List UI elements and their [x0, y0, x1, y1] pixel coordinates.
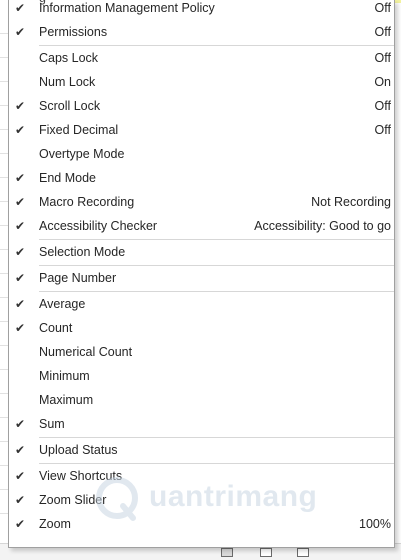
checkmark-icon: ✔ — [14, 25, 26, 39]
menu-item-label: Numerical Count — [39, 345, 133, 359]
checkmark-icon: ✔ — [14, 443, 26, 457]
menu-item-count[interactable]: ✔ Count — [9, 316, 394, 340]
checkmark-icon: ✔ — [14, 245, 26, 259]
menu-item-label: Count — [39, 321, 73, 335]
menu-item-upload-status[interactable]: ✔ Upload Status — [9, 438, 394, 462]
menu-item-end-mode[interactable]: ✔ End Mode — [9, 166, 394, 190]
menu-item-information-management-policy[interactable]: ✔ Information Management Policy Off — [9, 0, 394, 20]
menu-item-scroll-lock[interactable]: ✔ Scroll Lock Off — [9, 94, 394, 118]
menu-item-label: End Mode — [39, 171, 96, 185]
menu-item-average[interactable]: ✔ Average — [9, 292, 394, 316]
checkmark-icon: ✔ — [14, 493, 26, 507]
menu-item-permissions[interactable]: ✔ Permissions Off — [9, 20, 394, 44]
menu-item-accessibility-checker[interactable]: ✔ Accessibility Checker Accessibility: Goo… — [9, 214, 394, 238]
menu-item-maximum[interactable]: Maximum — [9, 388, 394, 412]
menu-item-value: 100% — [359, 517, 391, 531]
checkmark-icon: ✔ — [14, 195, 26, 209]
checkmark-icon: ✔ — [14, 123, 26, 137]
checkmark-icon: ✔ — [14, 297, 26, 311]
menu-item-label: Sum — [39, 417, 65, 431]
menu-item-value: Off — [374, 25, 391, 39]
menu-item-label: Macro Recording — [39, 195, 135, 209]
menu-item-overtype-mode[interactable]: Overtype Mode — [9, 142, 394, 166]
status-bar-context-menu: g ✔Information Management PolicyOff✔Perm… — [8, 0, 395, 548]
menu-item-label: Num Lock — [39, 75, 96, 89]
menu-item-label: Accessibility Checker — [39, 219, 158, 233]
menu-item-value: Off — [374, 1, 391, 15]
menu-item-minimum[interactable]: Minimum — [9, 364, 394, 388]
checkmark-icon: ✔ — [14, 321, 26, 335]
checkmark-icon: ✔ — [14, 99, 26, 113]
checkmark-icon: ✔ — [14, 1, 26, 15]
menu-item-label: Upload Status — [39, 443, 118, 457]
menu-item-label: Caps Lock — [39, 51, 99, 65]
checkmark-icon: ✔ — [14, 517, 26, 531]
normal-view-icon[interactable] — [221, 548, 233, 557]
menu-item-numerical-count[interactable]: Numerical Count — [9, 340, 394, 364]
checkmark-icon: ✔ — [14, 219, 26, 233]
checkmark-icon: ✔ — [14, 417, 26, 431]
menu-item-zoom-slider[interactable]: ✔ Zoom Slider — [9, 488, 394, 512]
menu-item-value: Off — [374, 99, 391, 113]
checkmark-icon: ✔ — [14, 271, 26, 285]
menu-item-selection-mode[interactable]: ✔ Selection Mode — [9, 240, 394, 264]
menu-item-value: On — [374, 75, 391, 89]
checkmark-icon: ✔ — [14, 171, 26, 185]
menu-item-value: Accessibility: Good to go — [254, 219, 391, 233]
menu-item-value: Off — [374, 123, 391, 137]
menu-item-value: Off — [374, 51, 391, 65]
menu-item-label: Zoom — [39, 517, 71, 531]
checkmark-icon: ✔ — [14, 469, 26, 483]
menu-item-fixed-decimal[interactable]: ✔ Fixed Decimal Off — [9, 118, 394, 142]
menu-item-label: Minimum — [39, 369, 90, 383]
menu-item-num-lock[interactable]: Num Lock On — [9, 70, 394, 94]
menu-item-label: Zoom Slider — [39, 493, 107, 507]
menu-item-label: Page Number — [39, 271, 117, 285]
menu-item-macro-recording[interactable]: ✔ Macro Recording Not Recording — [9, 190, 394, 214]
menu-item-label: Selection Mode — [39, 245, 126, 259]
menu-item-label: Fixed Decimal — [39, 123, 119, 137]
menu-item-label: Scroll Lock — [39, 99, 101, 113]
page-layout-view-icon[interactable] — [260, 548, 272, 557]
menu-item-label: Overtype Mode — [39, 147, 125, 161]
menu-item-zoom[interactable]: ✔ Zoom 100% — [9, 512, 394, 536]
menu-item-page-number[interactable]: ✔ Page Number — [9, 266, 394, 290]
menu-item-label: Information Management Policy — [39, 1, 215, 15]
menu-item-label: Permissions — [39, 25, 108, 39]
menu-item-caps-lock[interactable]: Caps Lock Off — [9, 46, 394, 70]
menu-item-view-shortcuts[interactable]: ✔ View Shortcuts — [9, 464, 394, 488]
menu-item-value: Not Recording — [311, 195, 391, 209]
page-break-preview-icon[interactable] — [297, 548, 309, 557]
menu-item-label: View Shortcuts — [39, 469, 123, 483]
menu-item-label: Maximum — [39, 393, 94, 407]
menu-item-sum[interactable]: ✔ Sum — [9, 412, 394, 436]
menu-item-label: Average — [39, 297, 86, 311]
